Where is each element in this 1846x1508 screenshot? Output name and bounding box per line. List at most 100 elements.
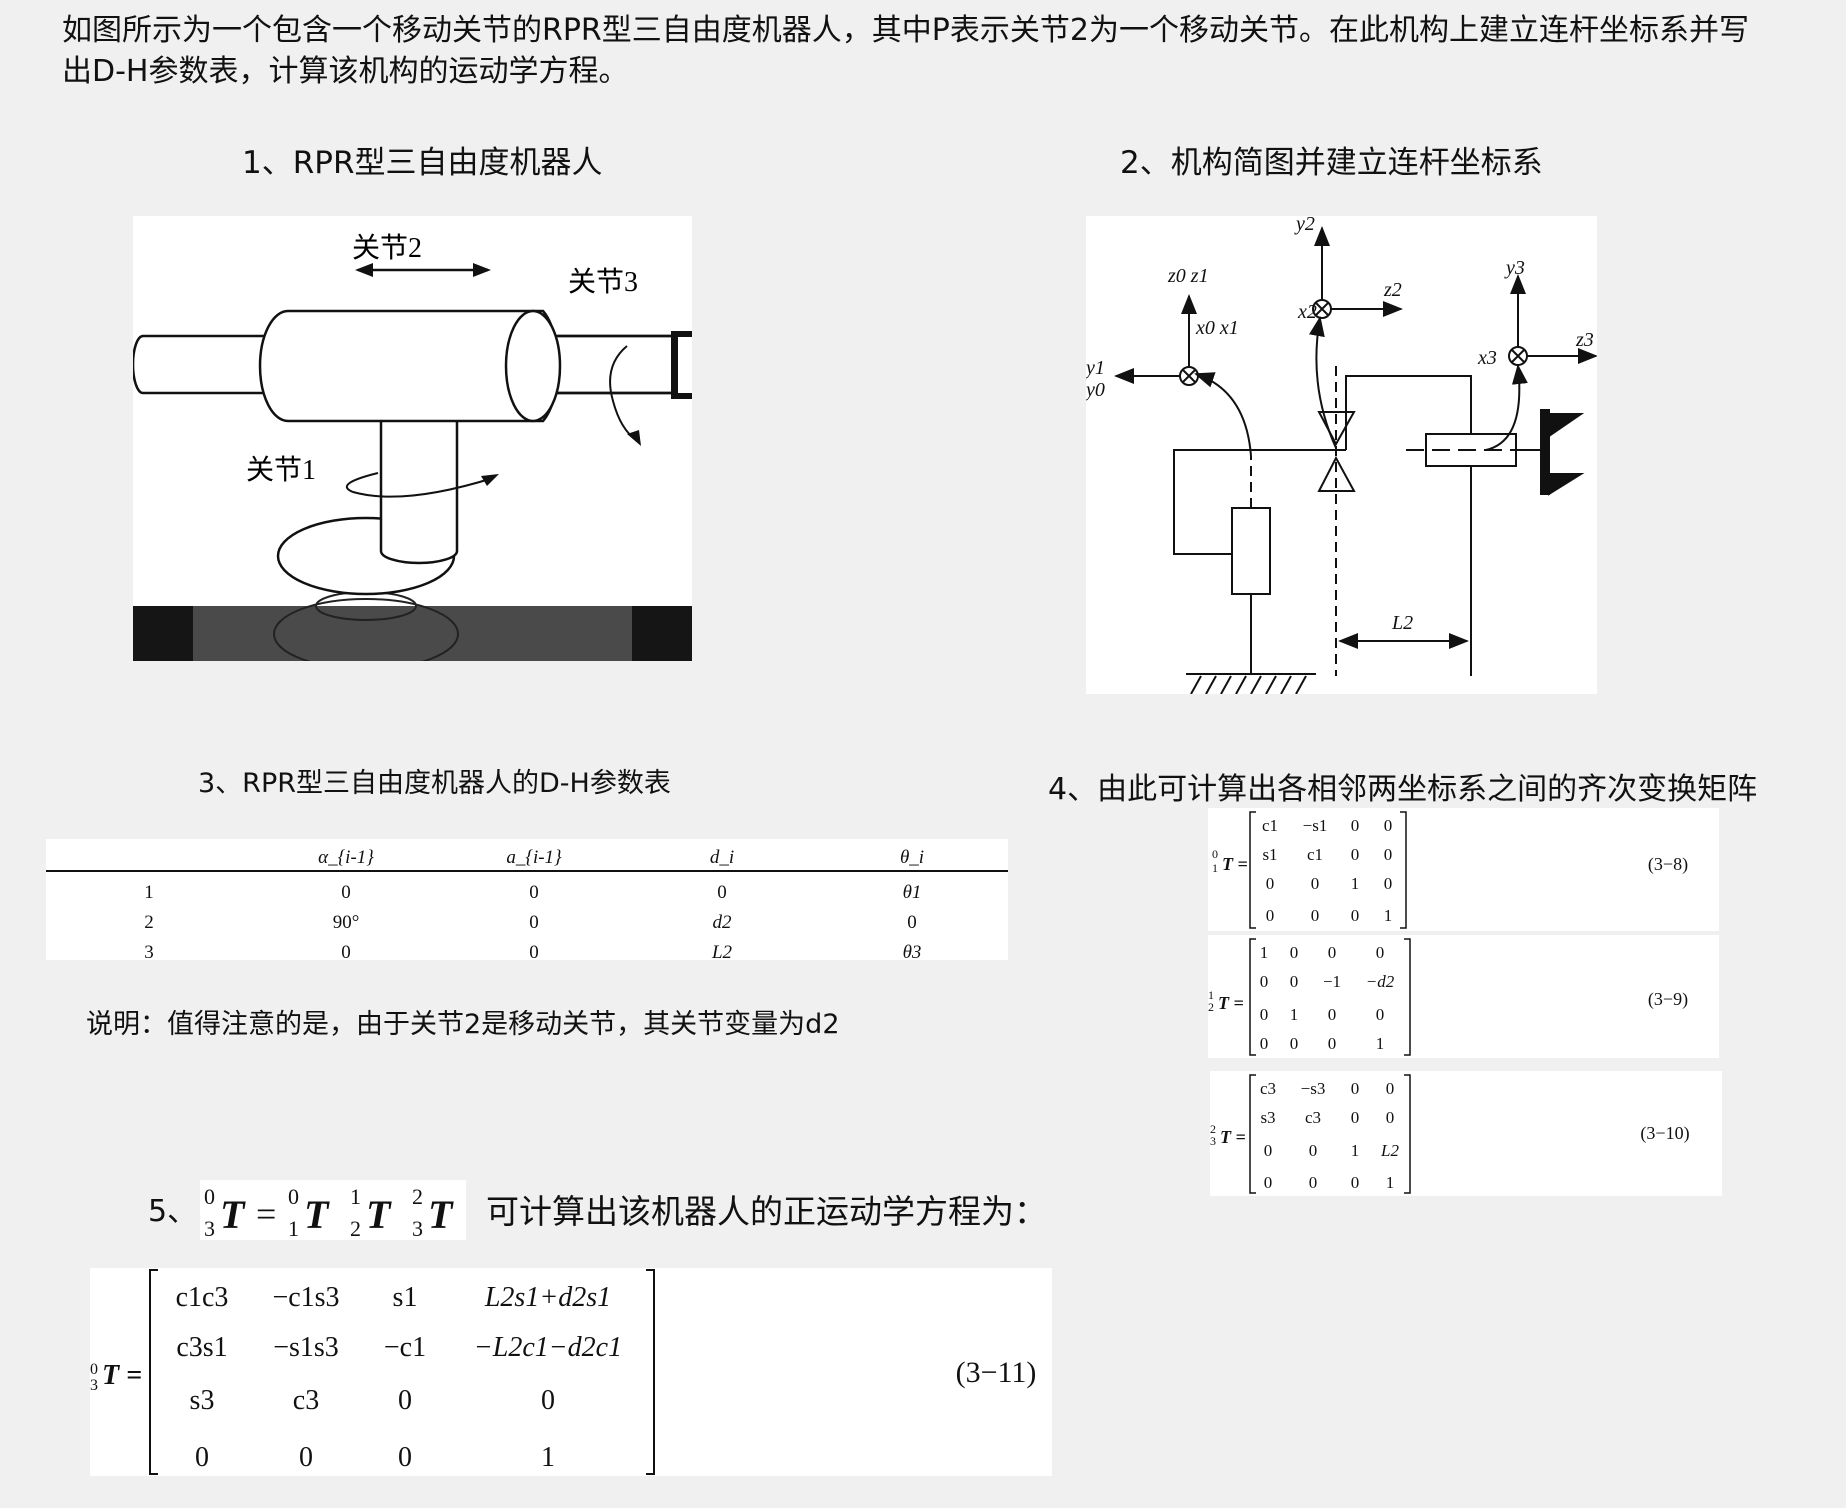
m1-r2c2: c1 xyxy=(1307,845,1323,864)
dh-parameter-table: α_{i-1} a_{i-1} d_i θ_i 1 0 0 0 θ1 2 90°… xyxy=(46,839,1008,960)
m3-r2c4: 0 xyxy=(1386,1108,1395,1127)
m1-r4c4: 1 xyxy=(1384,906,1393,925)
m3-r4c2: 0 xyxy=(1309,1173,1318,1192)
m1-r2c1: s1 xyxy=(1262,845,1277,864)
section-5-suffix: 可计算出该机器人的正运动学方程为： xyxy=(486,1192,1047,1231)
row3-alpha: 0 xyxy=(341,942,351,960)
note-text: 说明：值得注意的是，由于关节2是移动关节，其关节变量为d2 xyxy=(86,1009,840,1040)
row3-a: 0 xyxy=(529,942,539,960)
final-r2c3: −c1 xyxy=(384,1332,426,1363)
joint3-label: 关节3 xyxy=(568,266,638,298)
m2-r1c1: 1 xyxy=(1260,943,1269,962)
label-x0x1: x0 x1 xyxy=(1195,317,1239,339)
m3-r3c3: 1 xyxy=(1351,1141,1360,1160)
m1-r3c1: 0 xyxy=(1266,874,1275,893)
final-r3c3: 0 xyxy=(398,1385,412,1416)
product-formula: 0 3 T = 0 1 T 1 2 T 2 3 T xyxy=(200,1180,466,1240)
gripper xyxy=(1540,409,1550,495)
pf-equals: = xyxy=(256,1194,276,1234)
label-x2: x2 xyxy=(1297,301,1317,323)
m1-r4c3: 0 xyxy=(1351,906,1360,925)
vertical-column xyxy=(379,411,459,565)
final-r2c4: −L2c1−d2c1 xyxy=(474,1332,622,1363)
pf-f2-sup: 1 xyxy=(350,1184,361,1209)
m2-r2c4: −d2 xyxy=(1366,972,1395,991)
base-platform xyxy=(133,606,692,661)
pf-f1-sup: 0 xyxy=(288,1184,299,1209)
final-r1c3: s1 xyxy=(393,1282,418,1313)
m2-r2c2: 0 xyxy=(1290,972,1299,991)
m1-r4c1: 0 xyxy=(1266,906,1275,925)
row1-theta: θ1 xyxy=(903,882,922,903)
pf-f2-T: T xyxy=(366,1192,392,1237)
m3-r2c3: 0 xyxy=(1351,1108,1360,1127)
m1-r1c4: 0 xyxy=(1384,816,1393,835)
section-2-title: 2、机构简图并建立连杆坐标系 xyxy=(1120,145,1543,181)
header-a: a_{i-1} xyxy=(506,847,562,868)
m2-r1c3: 0 xyxy=(1328,943,1337,962)
label-x3: x3 xyxy=(1477,347,1497,369)
m3-r3c4: L2 xyxy=(1380,1141,1399,1160)
pf-lhs-T: T xyxy=(220,1192,246,1237)
matrix-0-1: 0 1 T = c1 −s1 0 0 s1 c1 0 0 0 0 1 0 0 0… xyxy=(1208,808,1719,931)
header-alpha: α_{i-1} xyxy=(318,847,374,868)
final-r4c1: 0 xyxy=(195,1442,209,1473)
row1-index: 1 xyxy=(144,882,154,903)
end-effector xyxy=(671,331,678,399)
m1-sub: 1 xyxy=(1212,861,1218,875)
intro-paragraph: 如图所示为一个包含一个移动关节的RPR型三自由度机器人，其中P表示关节2为一个移… xyxy=(62,13,1749,89)
final-r4c4: 1 xyxy=(541,1442,555,1473)
row1-a: 0 xyxy=(529,882,539,903)
m1-r1c3: 0 xyxy=(1351,816,1360,835)
matrix-1-2: 1 2 T = 1 0 0 0 0 0 −1 −d2 0 1 0 0 0 0 0… xyxy=(1208,935,1719,1058)
m3-r1c2: −s3 xyxy=(1301,1079,1326,1098)
m2-r1c2: 0 xyxy=(1290,943,1299,962)
row1-alpha: 0 xyxy=(341,882,351,903)
m1-r3c4: 0 xyxy=(1384,874,1393,893)
m3-sub: 3 xyxy=(1210,1134,1216,1148)
final-r3c2: c3 xyxy=(293,1385,319,1416)
matrix-2-3: 2 3 T = c3 −s3 0 0 s3 c3 0 0 0 0 1 L2 0 … xyxy=(1210,1071,1722,1196)
pf-lhs-sub: 3 xyxy=(204,1216,215,1240)
m3-r4c3: 0 xyxy=(1351,1173,1360,1192)
header-d: d_i xyxy=(710,847,734,868)
final-label: T = xyxy=(102,1360,142,1391)
m1-r4c2: 0 xyxy=(1311,906,1320,925)
row3-index: 3 xyxy=(144,942,154,960)
final-r4c2: 0 xyxy=(299,1442,313,1473)
m3-r1c4: 0 xyxy=(1386,1079,1395,1098)
row2-index: 2 xyxy=(144,912,154,933)
m3-r4c4: 1 xyxy=(1386,1173,1395,1192)
label-y3: y3 xyxy=(1504,257,1525,279)
m1-r1c1: c1 xyxy=(1262,816,1278,835)
joint1-block xyxy=(1231,507,1271,595)
label-z0z1: z0 z1 xyxy=(1167,265,1209,287)
m1-r2c3: 0 xyxy=(1351,845,1360,864)
pf-f1-sub: 1 xyxy=(288,1216,299,1240)
row2-alpha: 90° xyxy=(333,912,360,933)
section-3-title: 3、RPR型三自由度机器人的D-H参数表 xyxy=(198,768,671,799)
m2-r3c2: 1 xyxy=(1290,1005,1299,1024)
pf-lhs-sup: 0 xyxy=(204,1184,215,1209)
final-r1c2: −c1s3 xyxy=(272,1282,339,1313)
mechanism-schematic: y1 y0 z0 z1 x0 x1 x2 y2 z2 x3 y3 z3 L2 xyxy=(1086,216,1597,694)
pf-f3-sub: 3 xyxy=(412,1216,423,1240)
m3-r2c1: s3 xyxy=(1260,1108,1275,1127)
label-L2: L2 xyxy=(1391,612,1413,634)
m2-r2c3: −1 xyxy=(1323,972,1341,991)
final-r3c1: s3 xyxy=(190,1385,215,1416)
m2-label: T = xyxy=(1218,993,1244,1013)
m2-sub: 2 xyxy=(1208,1000,1214,1014)
header-theta: θ_i xyxy=(900,847,924,868)
pf-f3-T: T xyxy=(428,1192,454,1237)
m3-r3c1: 0 xyxy=(1264,1141,1273,1160)
pf-f1-T: T xyxy=(304,1192,330,1237)
section-4-title: 4、由此可计算出各相邻两坐标系之间的齐次变换矩阵 xyxy=(1048,772,1758,807)
final-r2c1: c3s1 xyxy=(176,1332,227,1363)
m2-r1c4: 0 xyxy=(1376,943,1385,962)
label-z2: z2 xyxy=(1383,279,1402,301)
m2-r2c1: 0 xyxy=(1260,972,1269,991)
label-y2: y2 xyxy=(1294,216,1315,235)
section-1-title: 1、RPR型三自由度机器人 xyxy=(242,145,603,181)
row3-d: L2 xyxy=(711,942,733,960)
